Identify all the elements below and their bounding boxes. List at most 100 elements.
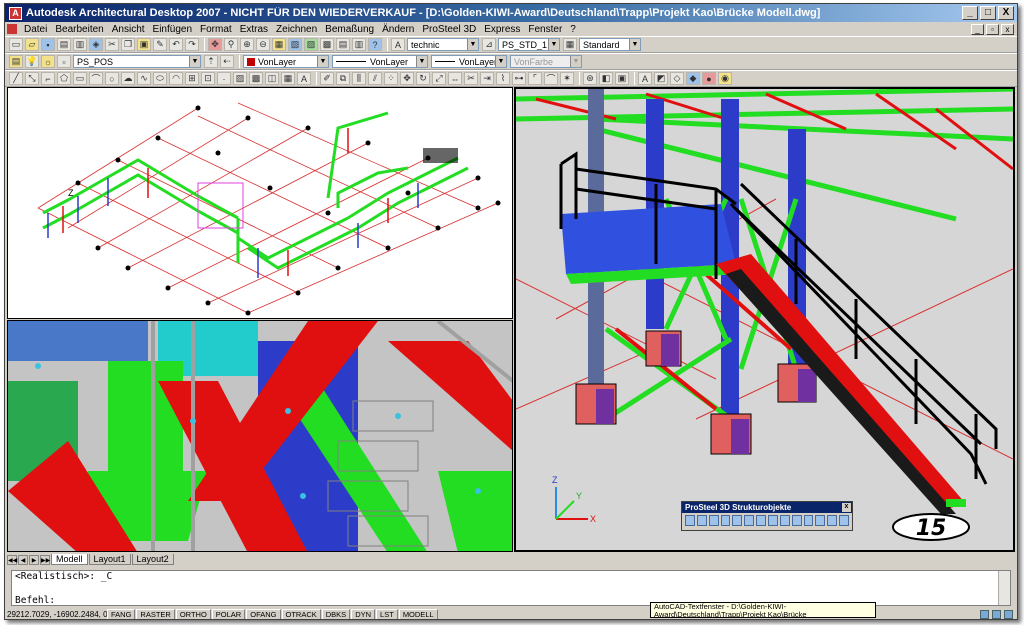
chamfer-icon[interactable]: ⌜ bbox=[528, 72, 542, 85]
close-button[interactable]: X bbox=[998, 6, 1014, 20]
chevron-down-icon[interactable]: ▼ bbox=[629, 39, 640, 50]
truss-icon[interactable] bbox=[779, 515, 790, 526]
construction-line-icon[interactable]: ⤡ bbox=[25, 72, 39, 85]
menu-aendern[interactable]: Ändern bbox=[378, 24, 418, 35]
ladder-icon[interactable] bbox=[815, 515, 826, 526]
layer-select[interactable]: PS_POS ▼ bbox=[73, 55, 201, 68]
realistic-icon[interactable]: ● bbox=[702, 72, 716, 85]
menu-zeichnen[interactable]: Zeichnen bbox=[272, 24, 321, 35]
menu-prosteel[interactable]: ProSteel 3D bbox=[418, 24, 480, 35]
document-icon[interactable] bbox=[7, 24, 17, 34]
menu-datei[interactable]: Datei bbox=[20, 24, 51, 35]
chevron-down-icon[interactable]: ▼ bbox=[317, 56, 328, 67]
ellipse-icon[interactable]: ⬭ bbox=[153, 72, 167, 85]
text-style-icon[interactable]: A bbox=[391, 38, 405, 51]
tool-palettes-icon[interactable]: ▨ bbox=[304, 38, 318, 51]
toggle-fang[interactable]: FANG bbox=[107, 609, 136, 619]
toggle-raster[interactable]: RASTER bbox=[136, 609, 175, 619]
offset-icon[interactable]: ⫽ bbox=[368, 72, 382, 85]
tab-modell[interactable]: Modell bbox=[51, 554, 88, 565]
gradient-icon[interactable]: ▩ bbox=[249, 72, 263, 85]
layer-on-icon[interactable]: 💡 bbox=[25, 55, 39, 68]
hatch-icon[interactable]: ▨ bbox=[233, 72, 247, 85]
doc-close-button[interactable]: x bbox=[1001, 23, 1014, 35]
explode-icon[interactable]: ✶ bbox=[560, 72, 574, 85]
stretch-icon[interactable]: ⇔ bbox=[448, 72, 462, 85]
help-icon[interactable]: ? bbox=[368, 38, 382, 51]
tray-settings-icon[interactable] bbox=[1004, 610, 1013, 619]
bolt-icon[interactable] bbox=[827, 515, 838, 526]
tab-prev-button[interactable]: ◀ bbox=[18, 555, 28, 565]
design-center-icon[interactable]: ▧ bbox=[288, 38, 302, 51]
menu-bemassung[interactable]: Bemaßung bbox=[321, 24, 378, 35]
insert-block-icon[interactable]: ⊞ bbox=[185, 72, 199, 85]
point-icon[interactable]: · bbox=[217, 72, 231, 85]
rectangle-icon[interactable]: ▭ bbox=[73, 72, 87, 85]
move-icon[interactable]: ✥ bbox=[400, 72, 414, 85]
prosteel-palette[interactable]: ProSteel 3D Strukturobjekte x bbox=[681, 501, 853, 531]
polygon-icon[interactable]: ⬠ bbox=[57, 72, 71, 85]
toggle-ofang[interactable]: OFANG bbox=[246, 609, 281, 619]
3d-orbit-icon[interactable]: ⊛ bbox=[583, 72, 597, 85]
properties-icon[interactable]: ▦ bbox=[272, 38, 286, 51]
purlin-icon[interactable] bbox=[791, 515, 802, 526]
coordinate-display[interactable]: 29212.7029, -16902.2484, 0.0000 bbox=[7, 610, 107, 619]
visual-style-icon[interactable]: ◩ bbox=[654, 72, 668, 85]
linetype-select[interactable]: VonLayer ▼ bbox=[332, 55, 428, 68]
table-style-icon[interactable]: ▦ bbox=[563, 38, 577, 51]
tab-layout1[interactable]: Layout1 bbox=[88, 554, 131, 565]
palette-close-icon[interactable]: x bbox=[842, 503, 851, 512]
app-icon[interactable]: A bbox=[9, 6, 22, 20]
layer-freeze-icon[interactable]: ☼ bbox=[41, 55, 55, 68]
tab-layout2[interactable]: Layout2 bbox=[131, 554, 174, 565]
copy-object-icon[interactable]: ⧉ bbox=[336, 72, 350, 85]
toggle-modell[interactable]: MODELL bbox=[398, 609, 438, 619]
save-icon[interactable]: ▪ bbox=[41, 38, 55, 51]
calculator-icon[interactable]: ▥ bbox=[352, 38, 366, 51]
menu-ansicht[interactable]: Ansicht bbox=[108, 24, 149, 35]
lock-icon[interactable] bbox=[992, 610, 1001, 619]
layer-manager-icon[interactable]: ▤ bbox=[9, 55, 23, 68]
layer-lock-icon[interactable]: ▫ bbox=[57, 55, 71, 68]
bracing-icon[interactable] bbox=[803, 515, 814, 526]
text-style-select[interactable]: technic ▼ bbox=[407, 38, 479, 51]
command-scrollbar[interactable] bbox=[998, 571, 1010, 605]
tab-last-button[interactable]: ▶▶ bbox=[40, 555, 50, 565]
text-icon[interactable]: A bbox=[638, 72, 652, 85]
3d-box-icon[interactable]: ▣ bbox=[615, 72, 629, 85]
array-icon[interactable]: ⁘ bbox=[384, 72, 398, 85]
arc-icon[interactable]: ⌒ bbox=[89, 72, 103, 85]
line-icon[interactable]: ╱ bbox=[9, 72, 23, 85]
rotate-icon[interactable]: ↻ bbox=[416, 72, 430, 85]
chevron-down-icon[interactable]: ▼ bbox=[189, 56, 200, 67]
mirror-icon[interactable]: ⫼ bbox=[352, 72, 366, 85]
sheet-set-icon[interactable]: ▩ bbox=[320, 38, 334, 51]
plate-icon[interactable] bbox=[708, 515, 719, 526]
redo-icon[interactable]: ↷ bbox=[185, 38, 199, 51]
menu-help[interactable]: ? bbox=[566, 24, 580, 35]
grating-icon[interactable] bbox=[732, 515, 743, 526]
chevron-down-icon[interactable]: ▼ bbox=[495, 56, 506, 67]
menu-einfuegen[interactable]: Einfügen bbox=[149, 24, 196, 35]
chevron-down-icon[interactable]: ▼ bbox=[467, 39, 478, 50]
viewport-detail[interactable] bbox=[7, 320, 513, 552]
chevron-down-icon[interactable]: ▼ bbox=[548, 39, 559, 50]
viewport-main-3d[interactable]: Z Y X 15 bbox=[514, 87, 1015, 552]
menu-extras[interactable]: Extras bbox=[236, 24, 272, 35]
ellipse-arc-icon[interactable]: ◠ bbox=[169, 72, 183, 85]
maximize-button[interactable]: □ bbox=[980, 6, 996, 20]
region-icon[interactable]: ◫ bbox=[265, 72, 279, 85]
toggle-dyn[interactable]: DYN bbox=[351, 609, 376, 619]
menu-fenster[interactable]: Fenster bbox=[524, 24, 566, 35]
paste-icon[interactable]: ▣ bbox=[137, 38, 151, 51]
undo-icon[interactable]: ↶ bbox=[169, 38, 183, 51]
palette-title-bar[interactable]: ProSteel 3D Strukturobjekte x bbox=[682, 502, 852, 513]
tab-next-button[interactable]: ▶ bbox=[29, 555, 39, 565]
toggle-dbks[interactable]: DBKS bbox=[321, 609, 351, 619]
polyline-icon[interactable]: ⌐ bbox=[41, 72, 55, 85]
zoom-previous-icon[interactable]: ⊖ bbox=[256, 38, 270, 51]
new-file-icon[interactable]: ▭ bbox=[9, 38, 23, 51]
circle-icon[interactable]: ○ bbox=[105, 72, 119, 85]
dim-style-icon[interactable]: ⊿ bbox=[482, 38, 496, 51]
match-properties-icon[interactable]: ✎ bbox=[153, 38, 167, 51]
